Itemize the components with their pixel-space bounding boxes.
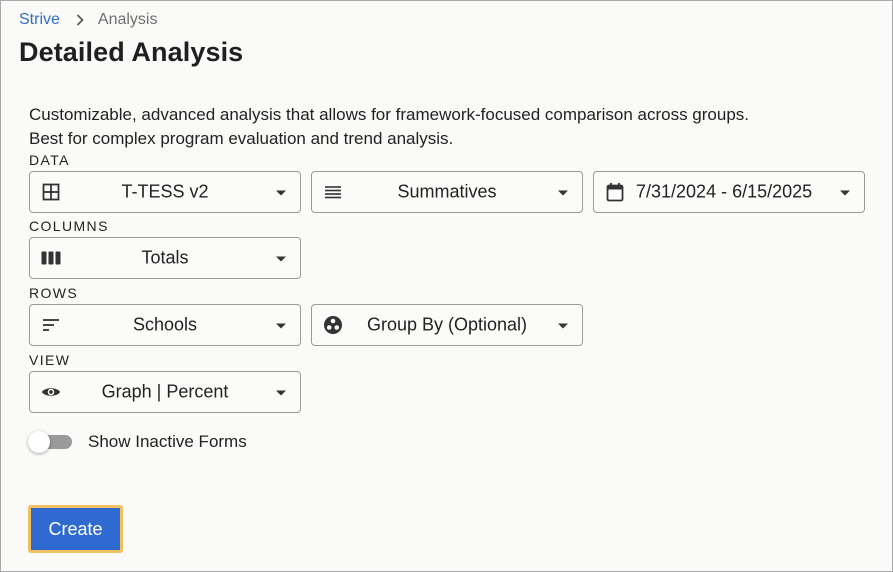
form-type-select-value: Summatives bbox=[397, 181, 497, 202]
date-range-select-value: 7/31/2024 - 6/15/2025 bbox=[636, 181, 813, 202]
description-line-1: Customizable, advanced analysis that all… bbox=[29, 105, 749, 124]
analysis-panel: Strive Analysis Detailed Analysis Custom… bbox=[0, 0, 893, 572]
section-label-columns: COLUMNS bbox=[29, 218, 109, 234]
columns-select[interactable]: Totals bbox=[29, 237, 301, 279]
caret-down-icon bbox=[276, 190, 286, 196]
show-inactive-forms-label: Show Inactive Forms bbox=[88, 432, 247, 451]
create-button[interactable]: Create bbox=[28, 505, 123, 553]
breadcrumb-link-strive[interactable]: Strive bbox=[19, 11, 60, 29]
columns-select-value: Totals bbox=[141, 247, 189, 268]
description-line-2: Best for complex program evaluation and … bbox=[29, 129, 454, 148]
grid-icon bbox=[41, 182, 61, 202]
view-select[interactable]: Graph | Percent bbox=[29, 371, 301, 413]
page-description: Customizable, advanced analysis that all… bbox=[29, 103, 749, 151]
section-label-view: VIEW bbox=[29, 352, 71, 368]
toggle-thumb bbox=[28, 431, 50, 453]
eye-icon bbox=[41, 382, 61, 402]
group-by-select[interactable]: Group By (Optional) bbox=[311, 304, 583, 346]
framework-select[interactable]: T-TESS v2 bbox=[29, 171, 301, 213]
breadcrumb: Strive Analysis bbox=[19, 11, 157, 29]
group-by-select-value: Group By (Optional) bbox=[366, 314, 528, 335]
sort-lines-icon bbox=[41, 315, 61, 335]
caret-down-icon bbox=[276, 323, 286, 329]
breadcrumb-current: Analysis bbox=[97, 11, 158, 28]
caret-down-icon bbox=[558, 190, 568, 196]
rows-select-value: Schools bbox=[132, 314, 198, 335]
workspaces-icon bbox=[323, 315, 343, 335]
caret-down-icon bbox=[840, 190, 850, 196]
show-inactive-forms-toggle[interactable] bbox=[28, 431, 74, 453]
section-label-rows: ROWS bbox=[29, 285, 79, 301]
chevron-right-icon bbox=[76, 14, 84, 26]
date-range-select[interactable]: 7/31/2024 - 6/15/2025 bbox=[593, 171, 865, 213]
section-label-data: DATA bbox=[29, 152, 70, 168]
caret-down-icon bbox=[276, 256, 286, 262]
caret-down-icon bbox=[558, 323, 568, 329]
rows-select[interactable]: Schools bbox=[29, 304, 301, 346]
caret-down-icon bbox=[276, 390, 286, 396]
form-type-select[interactable]: Summatives bbox=[311, 171, 583, 213]
list-icon bbox=[323, 182, 343, 202]
page-title: Detailed Analysis bbox=[19, 37, 244, 67]
columns-icon bbox=[41, 248, 61, 268]
framework-select-value: T-TESS v2 bbox=[121, 181, 209, 202]
view-select-value: Graph | Percent bbox=[101, 381, 229, 402]
calendar-icon bbox=[605, 182, 625, 202]
